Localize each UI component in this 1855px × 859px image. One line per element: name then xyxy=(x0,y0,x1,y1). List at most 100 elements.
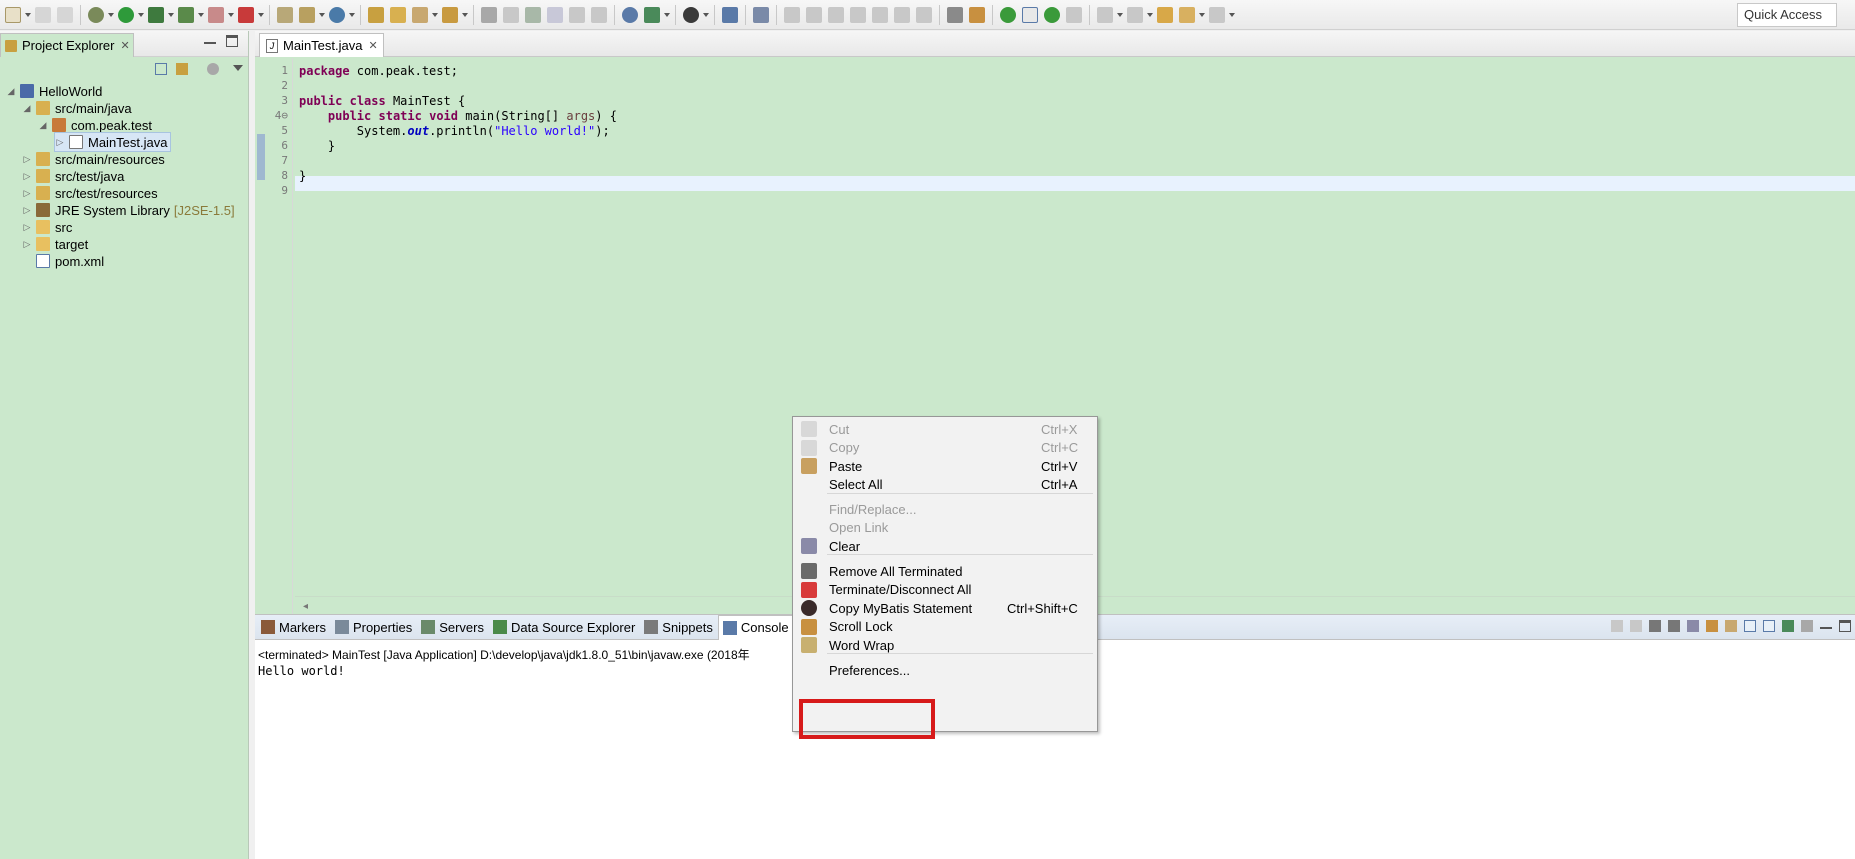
tab-project-explorer[interactable]: Project Explorer ✕ xyxy=(0,33,134,57)
open-folder-icon[interactable] xyxy=(390,6,406,23)
open-console-icon[interactable] xyxy=(1782,620,1794,632)
tab-properties[interactable]: Properties xyxy=(331,615,417,639)
collapsed-icon[interactable]: ▷ xyxy=(22,171,32,181)
stop-icon[interactable] xyxy=(208,6,224,23)
expanded-icon[interactable]: ◢ xyxy=(38,120,48,130)
new-package-icon[interactable] xyxy=(299,6,315,23)
new-icon[interactable] xyxy=(5,6,21,23)
link-with-editor-icon[interactable] xyxy=(176,63,188,75)
view-menu-icon[interactable] xyxy=(233,65,243,71)
forward-dropdown[interactable] xyxy=(1229,7,1235,23)
collapsed-icon[interactable]: ▷ xyxy=(22,205,32,215)
mylyn-dropdown[interactable] xyxy=(703,7,709,23)
open-task-icon[interactable] xyxy=(412,6,428,23)
tab-servers[interactable]: Servers xyxy=(417,615,489,639)
new-java-project-icon[interactable] xyxy=(277,6,293,23)
remove-launch-icon[interactable] xyxy=(1649,620,1661,632)
clear-console-icon[interactable] xyxy=(1687,620,1699,632)
focus-icon[interactable] xyxy=(207,63,219,75)
show-on-stderr-icon[interactable] xyxy=(1763,620,1775,632)
run-dropdown[interactable] xyxy=(138,7,144,23)
suspend-icon[interactable] xyxy=(806,6,822,23)
skip-breakpoints-icon[interactable] xyxy=(753,6,769,23)
save-all-icon[interactable] xyxy=(57,6,73,23)
link-icon[interactable] xyxy=(525,6,541,23)
save-icon[interactable] xyxy=(35,6,51,23)
open-resource-icon[interactable] xyxy=(442,6,458,23)
word-wrap-toolbar-icon[interactable] xyxy=(1725,620,1737,632)
run-icon[interactable] xyxy=(118,6,134,23)
close-icon[interactable]: ✕ xyxy=(368,39,377,52)
new-dropdown[interactable] xyxy=(25,7,31,23)
pin-icon[interactable] xyxy=(481,6,497,23)
coverage-dropdown[interactable] xyxy=(168,7,174,23)
disconnect-icon[interactable] xyxy=(850,6,866,23)
tab-maintest-java[interactable]: J MainTest.java ✕ xyxy=(259,33,384,57)
edit-icon[interactable] xyxy=(503,6,519,23)
new-class-dropdown[interactable] xyxy=(349,7,355,23)
step-over-icon[interactable] xyxy=(894,6,910,23)
close-icon[interactable]: ✕ xyxy=(120,39,129,52)
step-return-icon[interactable] xyxy=(916,6,932,23)
breadcrumb-icon[interactable] xyxy=(1066,6,1082,23)
collapsed-icon[interactable]: ▷ xyxy=(55,137,65,147)
console-minimize-icon[interactable] xyxy=(1820,623,1832,629)
terminate-console-icon[interactable] xyxy=(1630,620,1642,632)
collapsed-icon[interactable]: ▷ xyxy=(22,239,32,249)
ant-icon[interactable] xyxy=(969,6,985,23)
sync-icon[interactable] xyxy=(644,6,660,23)
back-dropdown[interactable] xyxy=(1199,7,1205,23)
console-view-icon[interactable] xyxy=(722,6,738,23)
console-output[interactable]: Hello world! xyxy=(258,664,345,678)
tab-data-source-explorer[interactable]: Data Source Explorer xyxy=(489,615,640,639)
expanded-icon[interactable]: ◢ xyxy=(22,103,32,113)
refresh-icon[interactable] xyxy=(1044,6,1060,23)
forward-icon[interactable] xyxy=(1209,6,1225,23)
coverage-icon[interactable] xyxy=(148,6,164,23)
expanded-icon[interactable]: ◢ xyxy=(6,86,16,96)
back-icon[interactable] xyxy=(1179,6,1195,23)
open-resource-dropdown[interactable] xyxy=(462,7,468,23)
prev-annotation-dropdown[interactable] xyxy=(1147,7,1153,23)
overview-ruler[interactable] xyxy=(255,58,267,614)
annotations-icon[interactable] xyxy=(547,6,563,23)
next-annotation-dropdown[interactable] xyxy=(1117,7,1123,23)
server-run-icon[interactable] xyxy=(238,6,254,23)
stop-dropdown[interactable] xyxy=(228,7,234,23)
collapsed-icon[interactable]: ▷ xyxy=(22,154,32,164)
prev-annotation-icon[interactable] xyxy=(1127,6,1143,23)
tree-item[interactable]: pom.xml xyxy=(22,251,104,271)
spring-icon[interactable] xyxy=(1000,6,1016,23)
pin-console-icon[interactable] xyxy=(1611,620,1623,632)
remove-all-terminated-icon[interactable] xyxy=(1668,620,1680,632)
open-type-icon[interactable] xyxy=(368,6,384,23)
display-console-icon[interactable] xyxy=(1801,620,1813,632)
collapse-all-icon[interactable] xyxy=(155,63,167,75)
scroll-lock-toolbar-icon[interactable] xyxy=(1706,620,1718,632)
paragraph-icon[interactable] xyxy=(591,6,607,23)
menu-item-preferences[interactable]: Preferences... xyxy=(793,659,1097,681)
use-step-filters-icon[interactable] xyxy=(947,6,963,23)
terminate-toolbar-icon[interactable] xyxy=(828,6,844,23)
toggle-mark-occurrences-icon[interactable] xyxy=(1022,6,1038,23)
last-edit-location-icon[interactable] xyxy=(1157,6,1173,23)
show-on-stdout-icon[interactable] xyxy=(1744,620,1756,632)
scroll-left-icon[interactable]: ◂ xyxy=(303,601,308,612)
collapsed-icon[interactable]: ▷ xyxy=(22,222,32,232)
globe-icon[interactable] xyxy=(622,6,638,23)
tab-markers[interactable]: Markers xyxy=(257,615,331,639)
new-class-icon[interactable] xyxy=(329,6,345,23)
new-package-dropdown[interactable] xyxy=(319,7,325,23)
resume-icon[interactable] xyxy=(784,6,800,23)
external-tools-icon[interactable] xyxy=(178,6,194,23)
minimize-icon[interactable] xyxy=(204,38,216,44)
maximize-icon[interactable] xyxy=(226,35,238,47)
sync-dropdown[interactable] xyxy=(664,7,670,23)
console-maximize-icon[interactable] xyxy=(1839,620,1851,632)
open-task-dropdown[interactable] xyxy=(432,7,438,23)
next-annotation-icon[interactable] xyxy=(1097,6,1113,23)
debug-icon[interactable] xyxy=(88,6,104,23)
step-into-icon[interactable] xyxy=(872,6,888,23)
mylyn-icon[interactable] xyxy=(683,6,699,23)
collapsed-icon[interactable]: ▷ xyxy=(22,188,32,198)
